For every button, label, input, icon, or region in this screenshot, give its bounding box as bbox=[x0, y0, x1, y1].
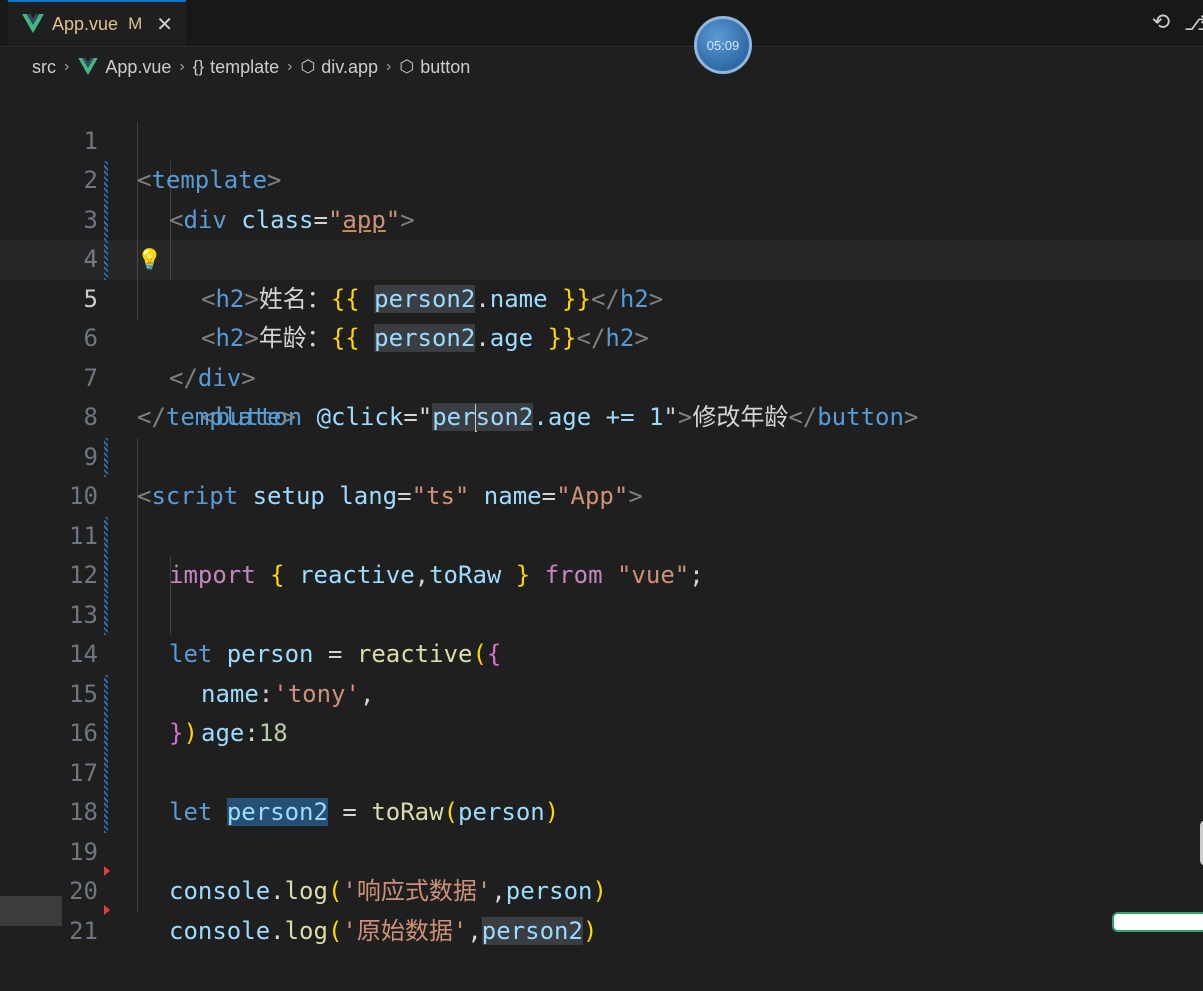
git-change-marker bbox=[104, 753, 108, 793]
code-line: 2 <div class="app"> bbox=[0, 122, 1203, 234]
history-icon[interactable]: ⟲ bbox=[1148, 10, 1174, 36]
breadcrumb-template[interactable]: {} template bbox=[193, 57, 279, 78]
code-text: console.log('原始数据',person2) bbox=[169, 916, 598, 945]
git-change-marker bbox=[104, 437, 108, 477]
code-line: 1 <template> bbox=[0, 82, 1203, 195]
braces-icon: {} bbox=[192, 57, 205, 76]
git-change-marker bbox=[104, 714, 108, 754]
cube-icon: ⬡ bbox=[399, 57, 415, 76]
overlay-widget bbox=[0, 896, 62, 926]
git-deletion-marker bbox=[104, 905, 110, 915]
git-change-marker bbox=[104, 200, 108, 240]
breadcrumb-div-app[interactable]: ⬡ div.app bbox=[300, 57, 378, 78]
chevron-right-icon: › bbox=[64, 58, 70, 75]
code-line: 8 bbox=[0, 359, 1203, 431]
tab-bar: App.vue M ✕ ⟲ ⎇ bbox=[0, 0, 1203, 47]
modified-indicator: M bbox=[128, 14, 143, 33]
chevron-right-icon: › bbox=[287, 58, 293, 75]
code-line: 14 age:18 bbox=[0, 595, 1203, 747]
code-line: 21 bbox=[0, 872, 1203, 945]
git-change-marker bbox=[104, 240, 108, 280]
code-line: 4 <h2>年龄：{{ person2.age }}</h2> bbox=[0, 200, 1203, 352]
tab-app-vue[interactable]: App.vue M ✕ bbox=[8, 0, 186, 46]
breadcrumb-src[interactable]: src bbox=[32, 57, 56, 78]
code-line: 16 let person2 = toRaw(person) bbox=[0, 674, 1203, 826]
code-line: 17 bbox=[0, 714, 1203, 787]
chevron-right-icon: › bbox=[179, 58, 185, 75]
code-line: 3 <h2>姓名：{{ person2.name }}</h2> bbox=[0, 161, 1203, 313]
git-change-marker bbox=[104, 674, 108, 714]
code-line: 19 console.log('原始数据',person2) bbox=[0, 793, 1203, 945]
code-line: 7 </template> bbox=[0, 319, 1203, 432]
code-line: 20 bbox=[0, 833, 1203, 905]
close-icon[interactable]: ✕ bbox=[156, 12, 173, 36]
vue-icon bbox=[78, 58, 99, 76]
git-change-marker bbox=[104, 556, 108, 596]
code-editor[interactable]: 1 <template> 2 <div class="app"> 3 <h2>姓… bbox=[0, 82, 1203, 945]
code-line-active: 5 💡 <button @click="person2.age += 1">修改… bbox=[0, 240, 1203, 432]
code-line: 15 }) bbox=[0, 635, 1203, 748]
vue-icon bbox=[22, 14, 44, 34]
code-line: 9 <script setup lang="ts" name="App"> bbox=[0, 398, 1203, 511]
tab-title: App.vue bbox=[52, 13, 119, 34]
breadcrumb-button[interactable]: ⬡ button bbox=[399, 57, 470, 78]
breadcrumb-app-vue[interactable]: App.vue bbox=[77, 57, 171, 78]
git-change-marker bbox=[104, 516, 108, 556]
git-change-marker bbox=[104, 793, 108, 833]
breadcrumb: src › App.vue › {} template › ⬡ div.app … bbox=[0, 47, 1203, 87]
code-line: 6 </div> bbox=[0, 280, 1203, 392]
timer-badge: 05:09 bbox=[694, 16, 752, 74]
code-line: 11 bbox=[0, 477, 1203, 550]
code-line: 13 name:'tony', bbox=[0, 556, 1203, 708]
git-change-marker bbox=[104, 161, 108, 201]
code-line: 18 console.log('响应式数据',person) bbox=[0, 753, 1203, 905]
code-line: 12 let person = reactive({ bbox=[0, 516, 1203, 668]
lightbulb-icon[interactable]: 💡 bbox=[137, 240, 162, 280]
chevron-right-icon: › bbox=[386, 58, 392, 75]
git-change-marker bbox=[104, 595, 108, 635]
source-control-icon[interactable]: ⎇ bbox=[1184, 10, 1203, 36]
code-line: 10 import { reactive,toRaw } from "vue"; bbox=[0, 437, 1203, 589]
ime-indicator[interactable] bbox=[1112, 912, 1203, 932]
cube-icon: ⬡ bbox=[300, 57, 316, 76]
